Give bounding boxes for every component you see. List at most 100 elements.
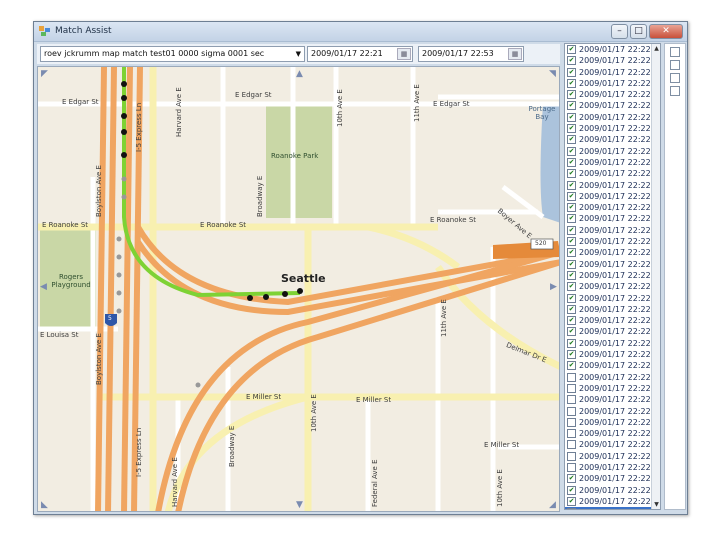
map-canvas[interactable] bbox=[38, 67, 560, 512]
list-item[interactable]: 2009/01/17 22:22 bbox=[565, 383, 660, 394]
checkbox[interactable]: ✔ bbox=[567, 248, 576, 258]
checkbox[interactable] bbox=[567, 417, 576, 427]
list-item[interactable]: ✔2009/01/17 22:22 bbox=[565, 315, 660, 326]
checkbox[interactable]: ✔ bbox=[567, 327, 576, 337]
checkbox[interactable]: ✔ bbox=[567, 203, 576, 213]
list-item[interactable]: ✔2009/01/17 22:22 bbox=[565, 67, 660, 78]
checkbox[interactable]: ✔ bbox=[567, 157, 576, 167]
calendar-icon[interactable]: ▦ bbox=[397, 48, 411, 60]
time-list[interactable]: ✔ 2009/01/17 22:22 ✔ 2009/01/17 22:22 ✔ 2009/… bbox=[564, 43, 661, 510]
list-item[interactable]: 2009/01/17 22:22 bbox=[565, 372, 660, 383]
list-item[interactable]: 2009/01/17 22:22 bbox=[565, 439, 660, 450]
list-item[interactable]: ✔2009/01/17 22:22 bbox=[565, 100, 660, 111]
list-item[interactable]: ✔2009/01/17 22:22 bbox=[565, 225, 660, 236]
list-scrollbar[interactable]: ▲ ▼ bbox=[651, 44, 660, 509]
list-item[interactable]: ✔2009/01/17 22:22 bbox=[565, 168, 660, 179]
checkbox[interactable]: ✔ bbox=[567, 485, 576, 495]
list-item[interactable]: ✔2009/01/17 22:22 bbox=[565, 134, 660, 145]
pan-right-icon[interactable]: ▶ bbox=[550, 282, 557, 292]
scroll-down-icon[interactable]: ▼ bbox=[652, 501, 660, 508]
checkbox[interactable] bbox=[567, 429, 576, 439]
end-time-picker[interactable]: 2009/01/17 22:53 ▦ bbox=[418, 46, 524, 62]
list-item[interactable]: ✔2009/01/17 22:22 bbox=[565, 213, 660, 224]
checkbox[interactable]: ✔ bbox=[567, 225, 576, 235]
list-item[interactable]: ✔2009/01/17 22:22 bbox=[565, 270, 660, 281]
list-item[interactable]: ✔2009/01/17 22:22 bbox=[565, 485, 660, 496]
checkbox[interactable]: ✔ bbox=[567, 56, 576, 66]
checkbox[interactable]: ✔ bbox=[567, 45, 576, 54]
checkbox[interactable] bbox=[567, 451, 576, 461]
checkbox[interactable]: ✔ bbox=[567, 146, 576, 156]
checkbox[interactable] bbox=[567, 440, 576, 450]
pan-left-icon[interactable]: ◀ bbox=[40, 282, 47, 292]
checkbox[interactable]: ✔ bbox=[567, 90, 576, 100]
checkbox[interactable] bbox=[670, 47, 680, 57]
maximize-button[interactable]: □ bbox=[630, 24, 647, 39]
list-item[interactable]: 2009/01/17 22:22 bbox=[565, 417, 660, 428]
checkbox[interactable]: ✔ bbox=[567, 169, 576, 179]
list-item[interactable]: ✔2009/01/17 22:22 bbox=[565, 304, 660, 315]
list-item[interactable]: 2009/01/17 22:22 bbox=[565, 462, 660, 473]
list-item[interactable]: ✔2009/01/17 22:22 bbox=[565, 157, 660, 168]
checkbox[interactable]: ✔ bbox=[567, 259, 576, 269]
checkbox[interactable]: ✔ bbox=[567, 474, 576, 484]
pan-up-left-icon[interactable]: ◤ bbox=[41, 69, 48, 79]
list-item[interactable]: ✔2009/01/17 22:22 bbox=[565, 259, 660, 270]
checkbox[interactable]: ✔ bbox=[567, 191, 576, 201]
list-item[interactable]: 2009/01/17 22:22 bbox=[565, 428, 660, 439]
list-item[interactable]: ✔2009/01/17 22:22 bbox=[565, 236, 660, 247]
list-item[interactable]: ✔2009/01/17 22:22 bbox=[565, 78, 660, 89]
checkbox[interactable]: ✔ bbox=[567, 496, 576, 506]
checkbox[interactable]: ✔ bbox=[567, 293, 576, 303]
checkbox[interactable]: ✔ bbox=[567, 180, 576, 190]
dataset-combobox[interactable]: roev jckrumm map match test01 0000 sigma… bbox=[40, 46, 305, 62]
checkbox[interactable] bbox=[670, 86, 680, 96]
chevron-down-icon[interactable]: ▼ bbox=[296, 47, 301, 61]
list-item[interactable]: ✔2009/01/17 22:22 bbox=[565, 180, 660, 191]
checkbox[interactable]: ✔ bbox=[567, 304, 576, 314]
list-item[interactable]: ✔2009/01/17 22:22 bbox=[565, 293, 660, 304]
list-item[interactable]: ✔2009/01/17 22:22 bbox=[565, 146, 660, 157]
checkbox[interactable] bbox=[567, 395, 576, 405]
pan-down-right-icon[interactable]: ◢ bbox=[549, 500, 556, 510]
list-item[interactable]: ✔2009/01/17 22:22 bbox=[565, 191, 660, 202]
checkbox[interactable]: ✔ bbox=[567, 237, 576, 247]
checkbox[interactable] bbox=[567, 406, 576, 416]
list-item[interactable]: 2009/01/17 22:22 bbox=[565, 394, 660, 405]
checkbox[interactable]: ✔ bbox=[567, 135, 576, 145]
scroll-up-icon[interactable]: ▲ bbox=[652, 45, 660, 52]
checkbox[interactable]: ✔ bbox=[567, 282, 576, 292]
list-item[interactable]: ✔2009/01/17 22:22 bbox=[565, 496, 660, 507]
list-item[interactable]: ✔2009/01/17 22:22 bbox=[565, 326, 660, 337]
calendar-icon[interactable]: ▦ bbox=[508, 48, 522, 60]
checkbox[interactable]: ✔ bbox=[567, 124, 576, 134]
list-item[interactable]: ✔2009/01/17 22:22 bbox=[565, 202, 660, 213]
list-item[interactable]: 2009/01/17 22:22 bbox=[565, 406, 660, 417]
list-item[interactable]: ✔2009/01/17 22:22 bbox=[565, 89, 660, 100]
start-time-picker[interactable]: 2009/01/17 22:21 ▦ bbox=[307, 46, 413, 62]
checkbox[interactable]: ✔ bbox=[567, 101, 576, 111]
checkbox[interactable]: ✔ bbox=[567, 508, 576, 509]
list-item[interactable]: 2009/01/17 22:22 bbox=[565, 451, 660, 462]
checkbox[interactable] bbox=[567, 462, 576, 472]
checkbox[interactable]: ✔ bbox=[567, 361, 576, 371]
checkbox[interactable]: ✔ bbox=[567, 270, 576, 280]
checkbox[interactable] bbox=[670, 73, 680, 83]
checkbox[interactable]: ✔ bbox=[567, 350, 576, 360]
close-button[interactable]: ✕ bbox=[649, 24, 683, 39]
checkbox[interactable]: ✔ bbox=[567, 214, 576, 224]
list-item[interactable]: ✔2009/01/17 22:22 bbox=[565, 473, 660, 484]
list-item[interactable]: ✔2009/01/17 22:22 bbox=[565, 55, 660, 66]
checkbox[interactable]: ✔ bbox=[567, 112, 576, 122]
pan-up-icon[interactable]: ▲ bbox=[296, 69, 303, 79]
list-item[interactable]: ✔2009/01/17 22:22 bbox=[565, 507, 660, 509]
list-item[interactable]: ✔2009/01/17 22:22 bbox=[565, 123, 660, 134]
list-item[interactable]: ✔2009/01/17 22:22 bbox=[565, 360, 660, 371]
checkbox[interactable] bbox=[670, 60, 680, 70]
checkbox[interactable]: ✔ bbox=[567, 316, 576, 326]
list-item[interactable]: ✔2009/01/17 22:22 bbox=[565, 349, 660, 360]
list-item[interactable]: ✔2009/01/17 22:22 bbox=[565, 112, 660, 123]
list-item[interactable]: ✔2009/01/17 22:22 bbox=[565, 338, 660, 349]
checkbox[interactable]: ✔ bbox=[567, 78, 576, 88]
checkbox[interactable]: ✔ bbox=[567, 67, 576, 77]
